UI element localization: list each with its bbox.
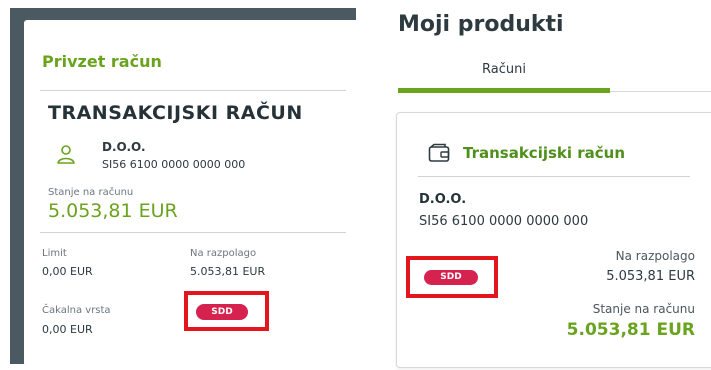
limit-value: 0,00 EUR bbox=[42, 265, 93, 278]
account-holder-name: D.O.O. bbox=[419, 192, 467, 207]
queue-label: Čakalna vrsta bbox=[42, 305, 111, 316]
active-tab-indicator bbox=[398, 88, 610, 93]
divider bbox=[40, 232, 346, 233]
divider bbox=[40, 90, 346, 91]
available-value: 5.053,81 EUR bbox=[190, 265, 266, 278]
queue-value: 0,00 EUR bbox=[42, 323, 93, 336]
sdd-badge[interactable]: SDD bbox=[196, 304, 248, 320]
sdd-badge[interactable]: SDD bbox=[424, 270, 478, 285]
page-title: Moji produkti bbox=[398, 12, 564, 37]
balance-label: Stanje na računu bbox=[48, 187, 134, 198]
balance-label: Stanje na računu bbox=[592, 302, 695, 316]
available-label: Na razpolago bbox=[190, 248, 257, 259]
left-panel-frame: Privzet račun TRANSAKCIJSKI RAČUN D.O.O.… bbox=[10, 8, 360, 366]
panel-title: Privzet račun bbox=[42, 52, 162, 71]
account-iban: SI56 6100 0000 0000 000 bbox=[102, 158, 246, 171]
default-account-card[interactable]: Privzet račun TRANSAKCIJSKI RAČUN D.O.O.… bbox=[24, 20, 360, 366]
tab-accounts[interactable]: Računi bbox=[482, 62, 526, 77]
available-label: Na razpolago bbox=[615, 249, 695, 263]
divider bbox=[418, 176, 690, 177]
account-holder-name: D.O.O. bbox=[102, 140, 146, 154]
user-icon bbox=[57, 145, 75, 164]
available-value: 5.053,81 EUR bbox=[606, 269, 695, 284]
account-card-title[interactable]: Transakcijski račun bbox=[463, 144, 625, 162]
wallet-icon bbox=[428, 143, 450, 162]
tab-bar-rule bbox=[610, 91, 711, 92]
balance-value: 5.053,81 EUR bbox=[48, 200, 178, 222]
balance-value: 5.053,81 EUR bbox=[566, 320, 695, 340]
limit-label: Limit bbox=[42, 248, 67, 259]
account-type-title: TRANSAKCIJSKI RAČUN bbox=[48, 102, 303, 124]
account-iban: SI56 6100 0000 0000 000 bbox=[419, 214, 589, 229]
